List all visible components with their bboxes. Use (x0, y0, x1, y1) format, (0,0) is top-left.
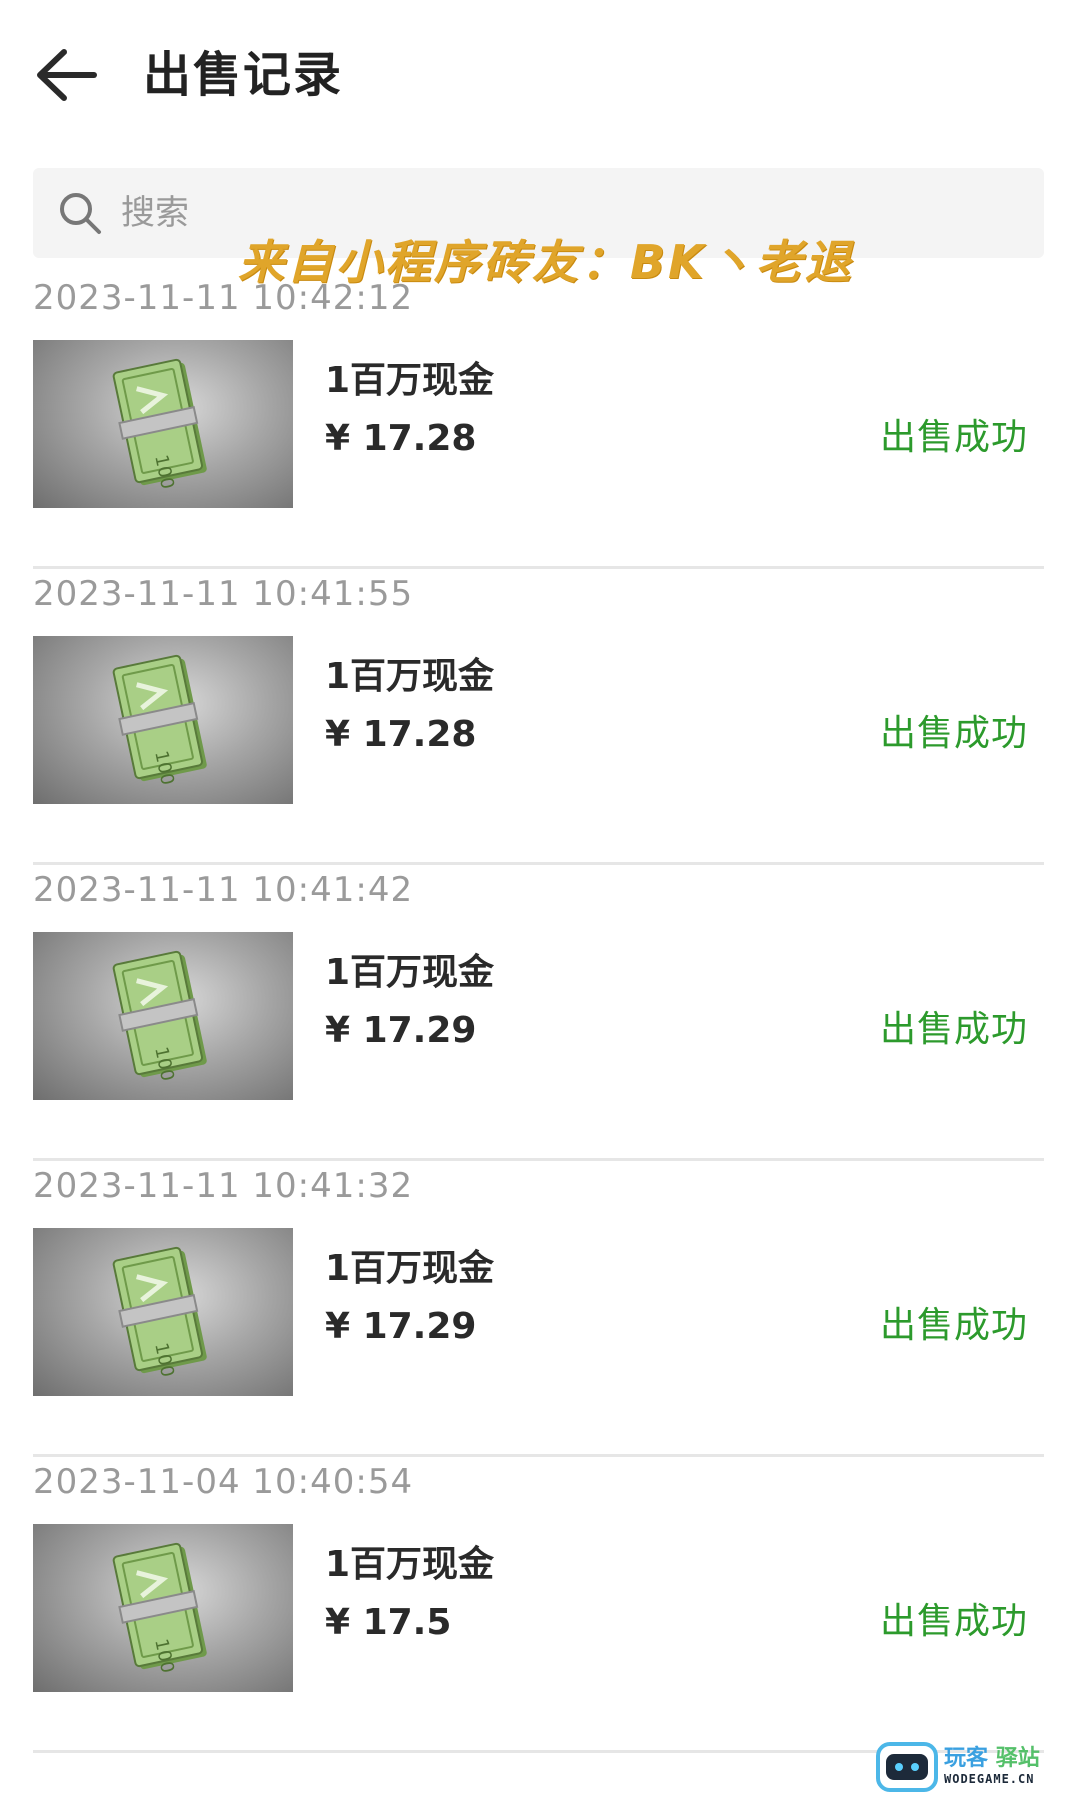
cash-bundle-icon: 100 (112, 358, 207, 491)
record-time: 2023-11-11 10:42:12 (33, 278, 414, 318)
item-thumbnail: 100 (33, 1228, 293, 1396)
brand-name-part1: 玩客 (944, 1746, 989, 1771)
search-icon (55, 188, 105, 238)
back-button[interactable] (30, 40, 100, 110)
record-item[interactable]: 2023-11-11 10:41:55 100 1百万现金 ¥ 17.28 出售成功 (33, 572, 1044, 868)
item-price: ¥ 17.28 (325, 418, 477, 459)
record-time: 2023-11-11 10:41:32 (33, 1166, 414, 1206)
brand-name: 玩客 驿站 (944, 1740, 1040, 1772)
divider (33, 1454, 1044, 1457)
divider (33, 1158, 1044, 1161)
record-item[interactable]: 2023-11-11 10:41:32 100 1百万现金 ¥ 17.29 出售成功 (33, 1164, 1044, 1460)
divider (33, 862, 1044, 865)
brand-name-part2: 驿站 (995, 1746, 1040, 1771)
sale-status: 出售成功 (879, 1305, 1028, 1346)
item-name: 1百万现金 (325, 656, 495, 697)
item-price: ¥ 17.28 (325, 714, 477, 755)
item-thumbnail: 100 (33, 1524, 293, 1692)
item-thumbnail: 100 (33, 932, 293, 1100)
cash-bundle-icon: 100 (112, 1246, 207, 1379)
sale-status: 出售成功 (879, 1009, 1028, 1050)
item-name: 1百万现金 (325, 952, 495, 993)
robot-logo-icon (876, 1742, 938, 1792)
record-time: 2023-11-11 10:41:55 (33, 574, 414, 614)
record-time: 2023-11-11 10:41:42 (33, 870, 414, 910)
divider (33, 566, 1044, 569)
page-title: 出售记录 (143, 47, 344, 103)
item-thumbnail: 100 (33, 636, 293, 804)
brand-domain: WODEGAME.CN (944, 1772, 1035, 1786)
cash-bundle-icon: 100 (112, 654, 207, 787)
brand-logo: 玩客 驿站 WODEGAME.CN (872, 1740, 1072, 1796)
sale-status: 出售成功 (879, 417, 1028, 458)
item-price: ¥ 17.29 (325, 1306, 477, 1347)
cash-bundle-icon: 100 (112, 950, 207, 1083)
record-item[interactable]: 2023-11-11 10:41:42 100 1百万现金 ¥ 17.29 出售成功 (33, 868, 1044, 1164)
record-item[interactable]: 2023-11-04 10:40:54 100 1百万现金 ¥ 17.5 出售成功 (33, 1460, 1044, 1756)
item-name: 1百万现金 (325, 360, 495, 401)
item-thumbnail: 100 (33, 340, 293, 508)
sale-status: 出售成功 (879, 1601, 1028, 1642)
record-time: 2023-11-04 10:40:54 (33, 1462, 414, 1502)
sale-records-page: 出售记录 来自小程序砖友：BK丶老退 2023-11-11 10:42:1210… (0, 0, 1080, 1800)
record-item[interactable]: 2023-11-11 10:42:12 100 1百万现金 ¥ 17.28 出售成功 (33, 276, 1044, 572)
item-price: ¥ 17.5 (325, 1602, 452, 1643)
sale-status: 出售成功 (879, 713, 1028, 754)
arrow-left-icon (37, 49, 97, 101)
item-name: 1百万现金 (325, 1248, 495, 1289)
item-name: 1百万现金 (325, 1544, 495, 1585)
cash-bundle-icon: 100 (112, 1542, 207, 1675)
header: 出售记录 (0, 0, 1080, 150)
item-price: ¥ 17.29 (325, 1010, 477, 1051)
